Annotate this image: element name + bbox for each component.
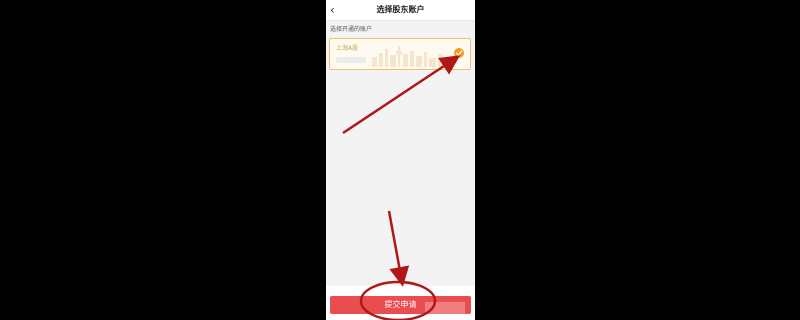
annotation-arrow-to-account: [342, 55, 461, 135]
annotation-circle-submit: [359, 280, 437, 320]
annotation-overlay: [342, 55, 461, 320]
annotation-arrow-to-submit: [387, 210, 410, 287]
